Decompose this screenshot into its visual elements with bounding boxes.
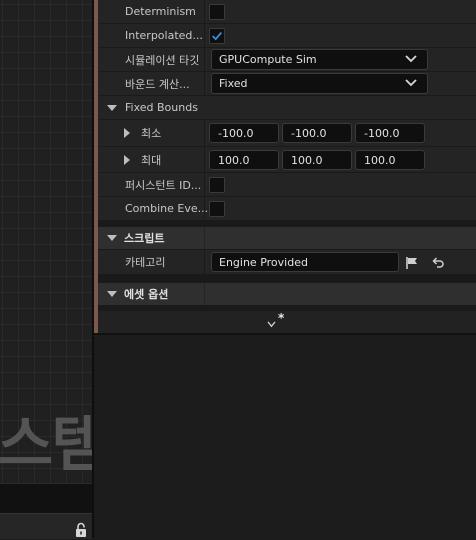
combine-events-label: Combine Eve... bbox=[125, 202, 209, 215]
chevron-down-icon bbox=[405, 55, 417, 63]
row-fixed-bounds[interactable]: Fixed Bounds bbox=[98, 96, 476, 120]
row-determinism: Determinism bbox=[98, 0, 476, 24]
category-label: 카테고리 bbox=[125, 256, 166, 269]
max-x-field[interactable]: 100.0 bbox=[209, 150, 279, 170]
chevron-down-icon bbox=[267, 321, 276, 328]
min-x-field[interactable]: -100.0 bbox=[209, 123, 279, 143]
lock-icon[interactable] bbox=[74, 522, 88, 538]
viewport[interactable]: 스템 bbox=[0, 0, 92, 483]
persistent-id-label: 퍼시스턴트 ID... bbox=[125, 178, 202, 192]
advanced-toggle-bar: * bbox=[98, 311, 476, 333]
reset-arrow-icon[interactable] bbox=[431, 256, 445, 270]
interpolated-label: Interpolated... bbox=[125, 29, 203, 42]
details-panel: Determinism Interpolated... 시뮬레이션 타깃 GPU… bbox=[94, 0, 476, 540]
bounds-calc-dropdown[interactable]: Fixed bbox=[211, 73, 428, 94]
persistent-id-checkbox[interactable] bbox=[209, 177, 225, 193]
min-y-field[interactable]: -100.0 bbox=[282, 123, 352, 143]
determinism-label: Determinism bbox=[125, 5, 196, 18]
collapse-arrow-icon[interactable] bbox=[107, 235, 117, 241]
fixed-bounds-label: Fixed Bounds bbox=[125, 101, 198, 114]
section-script[interactable]: 스크립트 bbox=[98, 227, 476, 249]
max-label: 최대 bbox=[141, 153, 162, 167]
bounds-calc-value: Fixed bbox=[219, 77, 248, 90]
expand-arrow-icon[interactable] bbox=[124, 155, 130, 165]
expand-arrow-icon[interactable] bbox=[107, 105, 117, 111]
row-bounds-calc: 바운드 계산... Fixed bbox=[98, 72, 476, 96]
min-z-value: -100.0 bbox=[364, 126, 400, 140]
max-y-field[interactable]: 100.0 bbox=[282, 150, 352, 170]
category-value: Engine Provided bbox=[219, 255, 308, 269]
section-asset-options-label: 에셋 옵션 bbox=[124, 288, 169, 301]
sim-target-dropdown[interactable]: GPUCompute Sim bbox=[211, 49, 428, 70]
viewport-watermark: 스템 bbox=[0, 410, 92, 480]
max-x-value: 100.0 bbox=[218, 153, 250, 167]
checkmark-icon bbox=[212, 31, 223, 41]
min-z-field[interactable]: -100.0 bbox=[355, 123, 425, 143]
sim-target-label: 시뮬레이션 타깃 bbox=[125, 53, 200, 67]
category-field[interactable]: Engine Provided bbox=[211, 252, 399, 272]
determinism-checkbox[interactable] bbox=[209, 4, 225, 20]
row-combine-events: Combine Eve... bbox=[98, 197, 476, 221]
bounds-calc-label: 바운드 계산... bbox=[125, 77, 190, 91]
expand-arrow-icon[interactable] bbox=[124, 128, 130, 138]
max-z-value: 100.0 bbox=[364, 153, 396, 167]
viewport-toolbar bbox=[0, 483, 92, 514]
min-x-value: -100.0 bbox=[218, 126, 254, 140]
show-advanced-button[interactable]: * bbox=[265, 311, 289, 331]
section-script-label: 스크립트 bbox=[124, 232, 165, 245]
row-sim-target: 시뮬레이션 타깃 GPUCompute Sim bbox=[98, 48, 476, 72]
section-asset-options[interactable]: 에셋 옵션 bbox=[98, 283, 476, 305]
row-interpolated: Interpolated... bbox=[98, 24, 476, 48]
row-max: 최대 100.0 100.0 100.0 bbox=[98, 147, 476, 173]
chevron-down-icon bbox=[405, 79, 417, 87]
min-label: 최소 bbox=[141, 127, 162, 140]
panel-empty-area bbox=[94, 333, 476, 540]
row-min: 최소 -100.0 -100.0 -100.0 bbox=[98, 120, 476, 147]
collapse-arrow-icon[interactable] bbox=[107, 291, 117, 297]
row-persistent-id: 퍼시스턴트 ID... bbox=[98, 173, 476, 197]
sim-target-value: GPUCompute Sim bbox=[219, 53, 317, 66]
flag-icon[interactable] bbox=[405, 256, 419, 270]
modified-marker: * bbox=[278, 311, 285, 325]
max-y-value: 100.0 bbox=[291, 153, 323, 167]
interpolated-checkbox[interactable] bbox=[209, 28, 225, 44]
min-y-value: -100.0 bbox=[291, 126, 327, 140]
row-category: 카테고리 Engine Provided bbox=[98, 250, 476, 275]
combine-events-checkbox[interactable] bbox=[209, 201, 225, 217]
max-z-field[interactable]: 100.0 bbox=[355, 150, 425, 170]
